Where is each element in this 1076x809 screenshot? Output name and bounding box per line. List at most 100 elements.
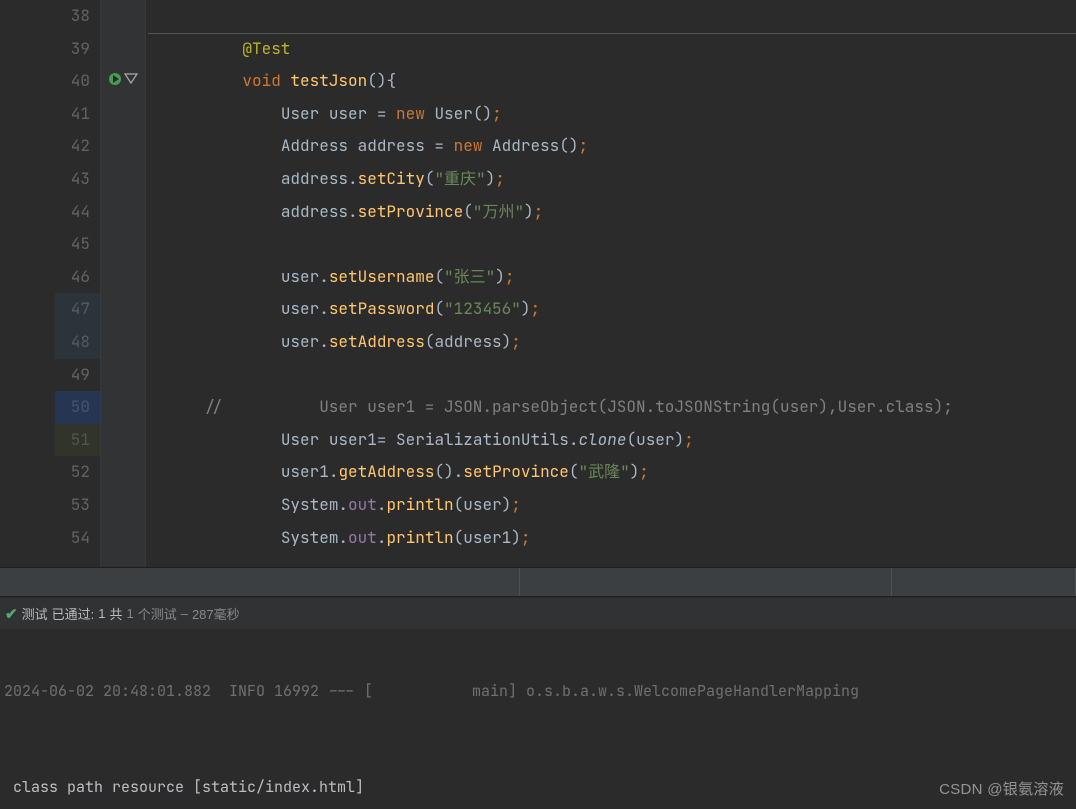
code-line[interactable]: user.setAddress(address); [148,326,1076,359]
token-semi: ; [511,331,521,352]
token-id: = [377,429,396,450]
token-str: "重庆" [434,168,485,189]
token-paren: ( [425,331,435,352]
code-line[interactable]: void testJson(){ [148,65,1076,98]
gutter-icon-cell [101,163,145,196]
gutter-icon-cell [101,228,145,261]
run-test-icon[interactable] [107,71,123,92]
code-line[interactable] [148,228,1076,261]
line-number[interactable]: 51 [55,424,100,457]
check-icon: ✔ [5,605,18,623]
code-line[interactable]: System.out.println(user1); [148,522,1076,555]
token-id: address [281,168,348,189]
token-field: out [348,527,377,548]
line-number[interactable]: 49 [55,359,100,392]
line-number[interactable]: 47 [55,293,100,326]
test-pass-count: 1 [98,606,105,621]
fold-region-icon[interactable] [123,71,139,92]
gutter-line-numbers: 3839404142434445464748495051525354 [55,0,100,567]
token-paren: () [367,70,386,91]
token-def: setProvince [358,201,464,222]
token-str: "万州" [473,201,524,222]
code-line[interactable]: address.setCity("重庆"); [148,163,1076,196]
token-paren: ) [511,527,521,548]
token-id: address [434,331,501,352]
token-ind [204,266,281,287]
test-status-bar: ✔ 测试 已通过: 1共 1 个测试 – 287毫秒 [0,598,1076,630]
code-line[interactable]: Address address = new Address(); [148,130,1076,163]
token-paren: ( [626,429,636,450]
token-id: user [281,298,319,319]
split-segment-3[interactable] [892,568,1076,596]
gutter-icon-cell [101,359,145,392]
token-paren: ) [486,168,496,189]
token-id: . [348,201,358,222]
code-line[interactable]: User user1= SerializationUtils.clone(use… [148,424,1076,457]
token-semi: ; [684,429,694,450]
line-number[interactable]: 46 [55,261,100,294]
token-paren: ( [434,266,444,287]
split-segment-2[interactable] [520,568,892,596]
token-def: println [386,494,453,515]
line-number[interactable]: 43 [55,163,100,196]
gutter-icon-cell [101,0,145,33]
token-id: = [425,135,454,156]
gutter-icon-cell [101,424,145,457]
line-number[interactable]: 50 [55,391,100,424]
token-cls: User [434,103,472,124]
token-ind [204,527,281,548]
code-viewport[interactable]: @Test void testJson(){ User user = new U… [146,0,1076,567]
token-cls: Address [492,135,559,156]
line-number[interactable]: 45 [55,228,100,261]
line-number[interactable]: 40 [55,65,100,98]
token-cls: SerializationUtils [396,429,569,450]
token-semi: ; [530,298,540,319]
token-def: println [386,527,453,548]
token-cls: System [281,494,339,515]
code-line[interactable]: // User user1 = JSON.parseObject(JSON.to… [148,391,1076,424]
line-number[interactable]: 52 [55,456,100,489]
code-editor-pane[interactable]: 3839404142434445464748495051525354 @Test… [0,0,1076,567]
token-def: getAddress [338,461,434,482]
token-def: testJson [290,70,367,91]
gutter-icon-cell [101,33,145,66]
gutter-icon-cell [101,293,145,326]
code-line[interactable]: user1.getAddress().setProvince("武隆"); [148,456,1076,489]
token-id: address [358,135,425,156]
line-number[interactable]: 48 [55,326,100,359]
code-line[interactable]: User user = new User(); [148,98,1076,131]
code-line[interactable]: @Test [148,33,1076,66]
token-id: user [281,331,319,352]
toolwindow-splitter[interactable] [0,567,1076,597]
split-segment-1[interactable] [0,568,520,596]
gutter-icon-cell [101,98,145,131]
token-semi: ; [492,103,502,124]
token-id: user [636,429,674,450]
line-number[interactable]: 42 [55,130,100,163]
token-id: user1 [281,461,329,482]
token-semi: ; [521,527,531,548]
token-id: user1 [329,429,377,450]
token-kw: new [396,103,434,124]
token-cls: Address [281,135,358,156]
code-line[interactable] [148,359,1076,392]
line-number[interactable]: 54 [55,522,100,555]
code-line[interactable]: user.setPassword("123456"); [148,293,1076,326]
line-number[interactable]: 38 [55,0,100,33]
code-line[interactable] [148,0,1076,33]
token-def: setUsername [329,266,435,287]
token-ind [204,331,281,352]
code-line[interactable]: System.out.println(user); [148,489,1076,522]
token-kw: new [454,135,492,156]
token-def: setCity [358,168,425,189]
console-output[interactable]: 2024-06-02 20:48:01.882 INFO 16992 --- [… [0,629,1076,809]
token-anot: @Test [242,38,290,59]
line-number[interactable]: 44 [55,196,100,229]
line-number[interactable]: 41 [55,98,100,131]
line-number[interactable]: 39 [55,33,100,66]
token-semi: ; [505,266,515,287]
code-line[interactable]: user.setUsername("张三"); [148,261,1076,294]
token-semi: ; [511,494,521,515]
line-number[interactable]: 53 [55,489,100,522]
code-line[interactable]: address.setProvince("万州"); [148,196,1076,229]
